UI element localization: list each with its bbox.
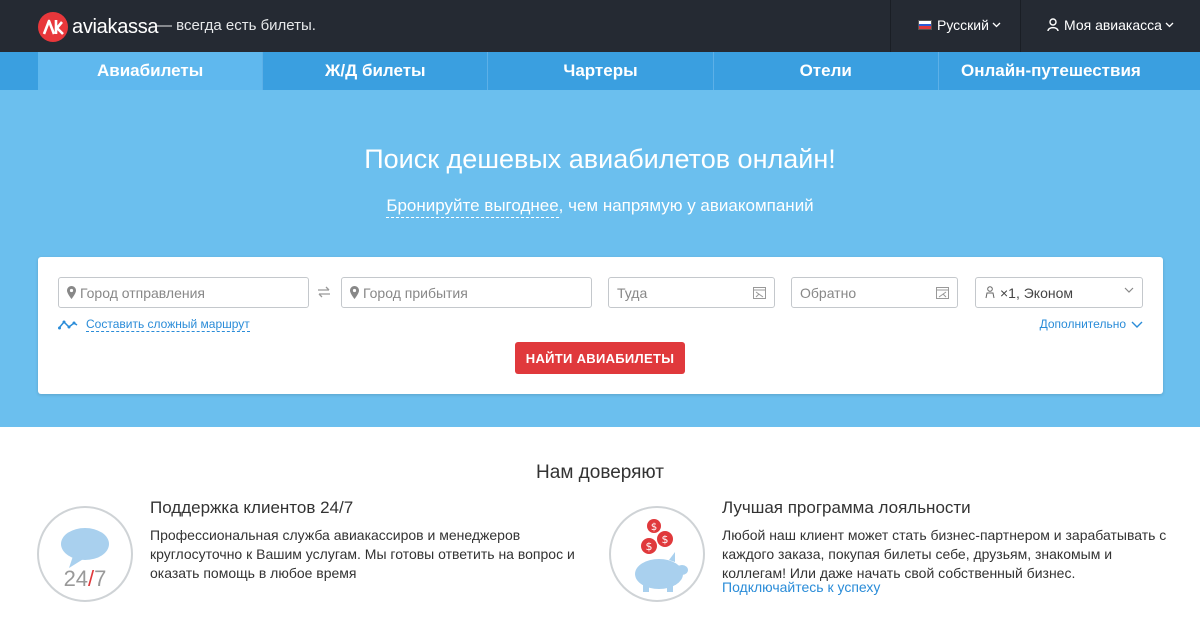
location-pin-icon [350, 286, 359, 299]
slogan: — всегда есть билеты. [157, 17, 316, 34]
origin-field[interactable]: Город отправления [58, 277, 309, 308]
tab-rail[interactable]: Ж/Д билеты [262, 52, 488, 90]
tab-hotels[interactable]: Отели [712, 52, 938, 90]
complex-route-label: Составить сложный маршрут [86, 317, 250, 332]
book-cheaper-link[interactable]: Бронируйте выгоднее [386, 196, 559, 218]
chevron-down-icon [1124, 287, 1134, 293]
language-label: Русский [937, 17, 989, 33]
hero-subtitle: Бронируйте выгоднее, чем напрямую у авиа… [0, 196, 1200, 218]
loyalty-text: Любой наш клиент может стать бизнес-парт… [722, 527, 1167, 581]
main-nav: Авиабилеты Ж/Д билеты Чартеры Отели Онла… [0, 52, 1200, 90]
origin-placeholder: Город отправления [80, 284, 206, 301]
support-24-7-label: 24/7 [63, 566, 107, 591]
depart-placeholder: Туда [617, 284, 648, 301]
depart-date-field[interactable]: Туда [608, 277, 775, 308]
support-text: Профессиональная служба авиакассиров и м… [150, 527, 575, 581]
cabin-class: , Эконом [1015, 284, 1074, 301]
loyalty-badge: $ $ $ [609, 506, 705, 602]
top-bar: aviakassa — всегда есть билеты. Русский … [0, 0, 1200, 52]
logo-mark-icon [38, 12, 68, 42]
swap-icon[interactable] [317, 286, 331, 298]
tab-online-travel[interactable]: Онлайн-путешествия [937, 52, 1164, 90]
svg-text:$: $ [651, 522, 657, 533]
trust-section-title: Нам доверяют [536, 462, 664, 483]
divider [890, 0, 891, 52]
calendar-icon [936, 287, 949, 299]
return-date-field[interactable]: Обратно [791, 277, 958, 308]
destination-field[interactable]: Город прибытия [341, 277, 592, 308]
hero-subtitle-text: , чем напрямую у авиакомпаний [558, 196, 814, 215]
more-options-link[interactable]: Дополнительно [1040, 317, 1143, 331]
language-selector[interactable]: Русский [918, 17, 1001, 33]
coins-icon: $ $ $ [641, 519, 673, 554]
passengers-select[interactable]: ×1, Эконом [975, 277, 1143, 308]
calendar-icon [753, 287, 766, 299]
location-pin-icon [67, 286, 76, 299]
account-menu[interactable]: Моя авиакасса [1047, 17, 1174, 33]
svg-text:$: $ [662, 533, 669, 546]
passenger-icon [985, 286, 995, 299]
russia-flag-icon [918, 20, 932, 30]
loyalty-heading: Лучшая программа лояльности [722, 498, 971, 517]
nav-tabs: Авиабилеты Ж/Д билеты Чартеры Отели Онла… [38, 52, 1164, 90]
divider [1020, 0, 1021, 52]
loyalty-link[interactable]: Подключайтесь к успеху [722, 579, 880, 595]
user-icon [1047, 18, 1059, 32]
chevron-down-icon [1165, 22, 1174, 28]
complex-route-link[interactable]: Составить сложный маршрут [58, 317, 250, 332]
search-form: Город отправления Город прибытия Туда Об… [38, 257, 1163, 394]
support-badge: 24/7 [37, 506, 133, 602]
logo-text: aviakassa [72, 15, 159, 38]
destination-placeholder: Город прибытия [363, 284, 468, 301]
hero-title: Поиск дешевых авиабилетов онлайн! [364, 144, 836, 174]
route-icon [58, 320, 78, 329]
logo[interactable]: aviakassa [38, 12, 159, 42]
search-button[interactable]: НАЙТИ АВИАБИЛЕТЫ [515, 342, 685, 374]
account-label: Моя авиакасса [1064, 17, 1162, 33]
return-placeholder: Обратно [800, 284, 857, 301]
chevron-down-icon [992, 22, 1001, 28]
tab-avia[interactable]: Авиабилеты [38, 52, 263, 90]
support-heading: Поддержка клиентов 24/7 [150, 498, 354, 517]
tab-charters[interactable]: Чартеры [487, 52, 713, 90]
more-options-label: Дополнительно [1039, 317, 1126, 331]
svg-text:$: $ [646, 540, 653, 553]
passenger-count: ×1 [1000, 284, 1016, 301]
chevron-down-icon [1131, 321, 1143, 328]
